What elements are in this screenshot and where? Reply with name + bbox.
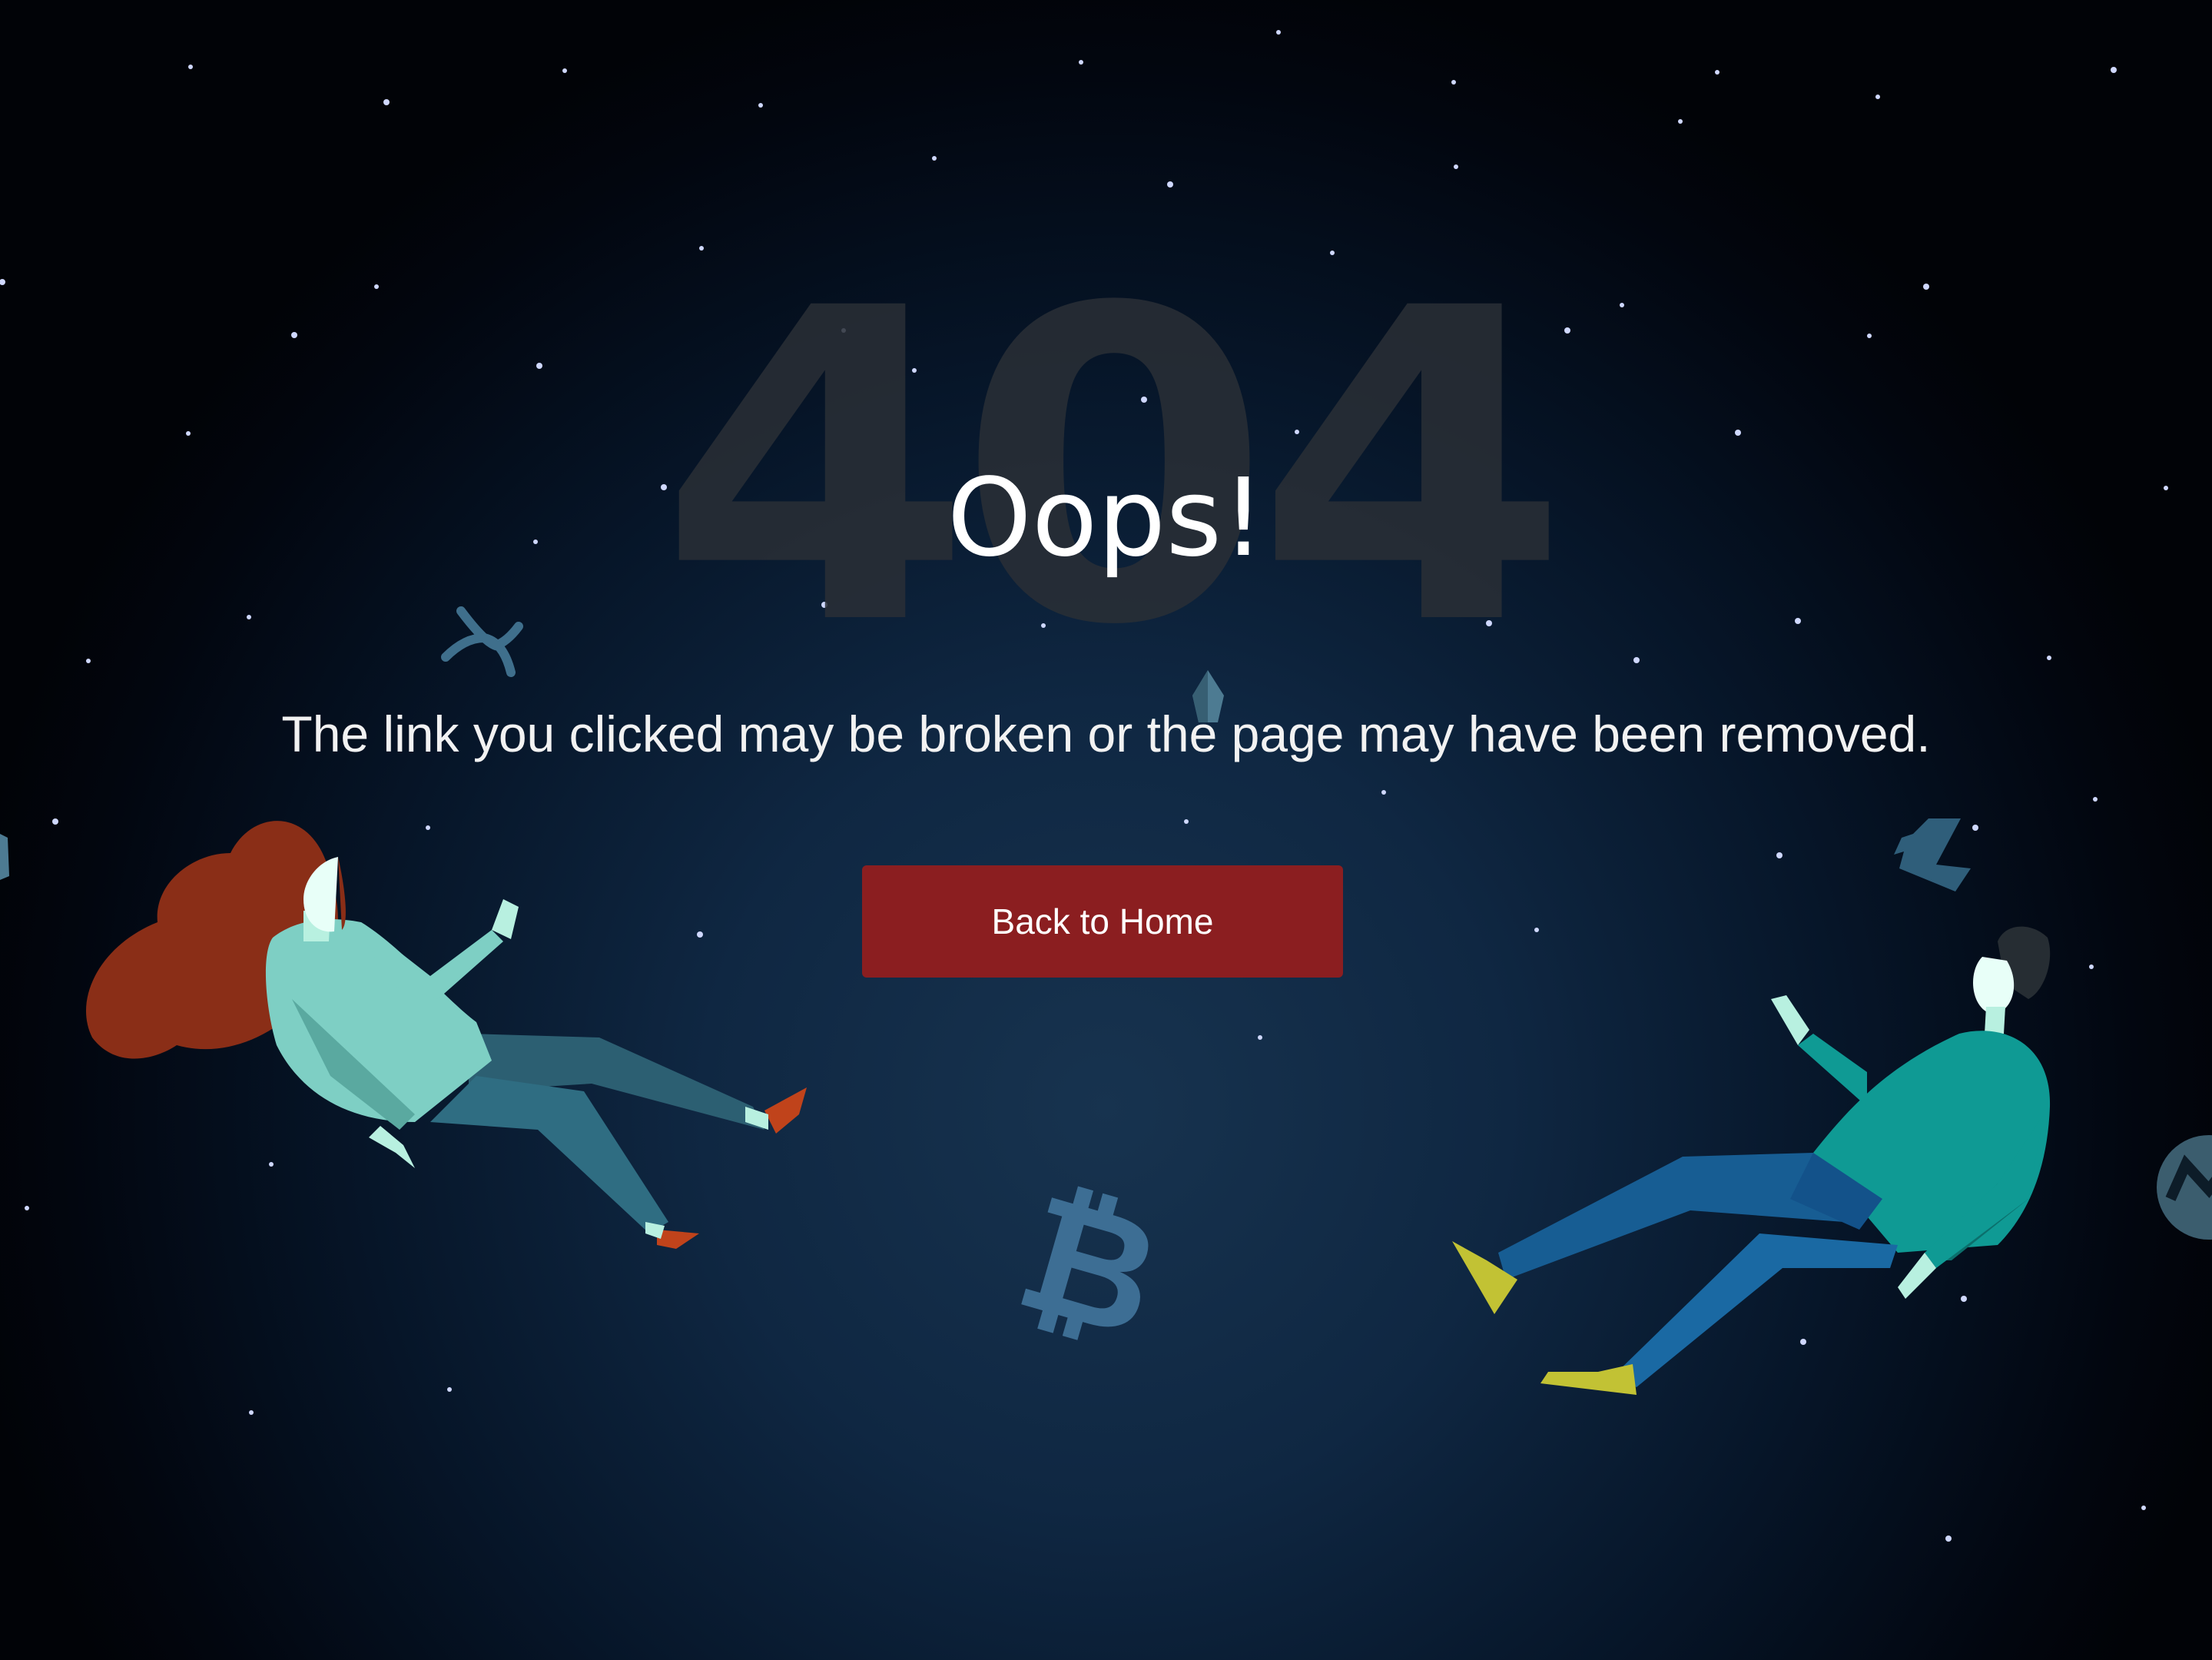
space-background: 404 Oops! The link you clicked may be br… — [0, 0, 2212, 1660]
back-to-home-button[interactable]: Back to Home — [862, 865, 1343, 978]
page-title: Oops! — [947, 456, 1265, 581]
error-message: The link you clicked may be broken or th… — [281, 706, 1931, 762]
